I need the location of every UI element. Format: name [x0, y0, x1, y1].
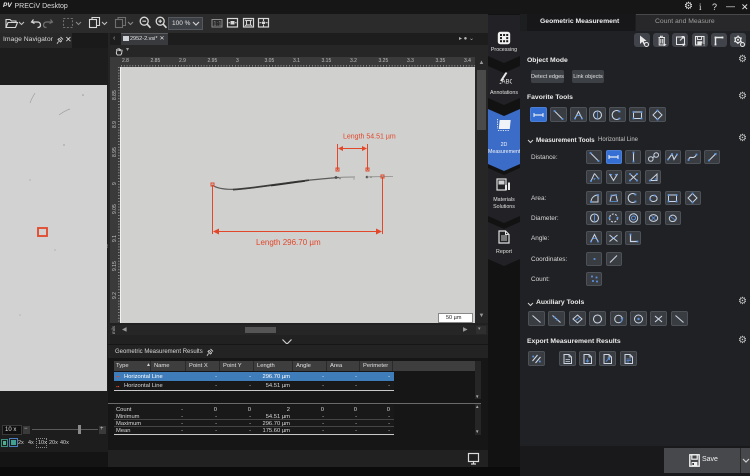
svg-text:ABC: ABC	[502, 80, 513, 85]
svg-text:Length 54.51 µm: Length 54.51 µm	[343, 134, 396, 141]
svg-text:Length 296.70 µm: Length 296.70 µm	[256, 238, 321, 247]
svg-text:1:1: 1:1	[213, 22, 222, 28]
